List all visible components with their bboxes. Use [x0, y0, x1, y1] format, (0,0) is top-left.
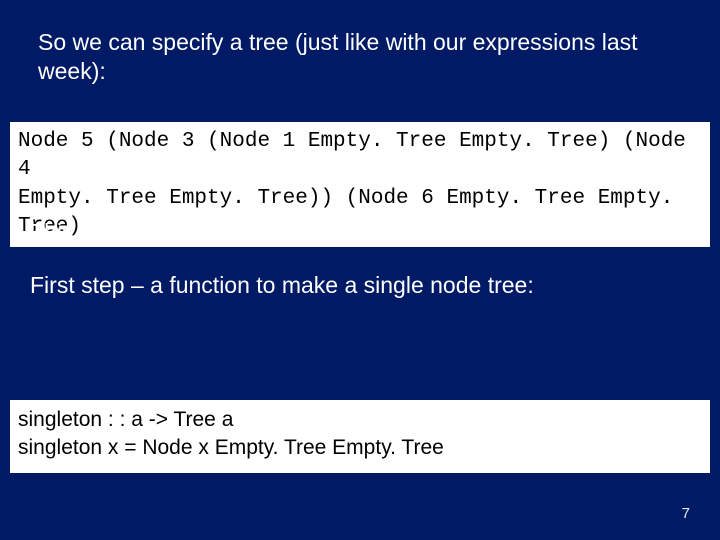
intro-text: So we can specify a tree (just like with… [38, 28, 678, 86]
code-line: Node 5 (Node 3 (Node 1 Empty. Tree Empty… [18, 128, 702, 185]
code-block-singleton: singleton : : a -> Tree a singleton x = … [10, 400, 710, 473]
page-number: 7 [682, 505, 690, 522]
paragraph: This will let us code an insert function… [30, 218, 690, 247]
code-line: singleton : : a -> Tree a [18, 406, 702, 434]
slide: So we can specify a tree (just like with… [0, 0, 720, 540]
mid-text: This will let us code an insert function… [30, 218, 690, 300]
paragraph: First step – a function to make a single… [30, 271, 690, 300]
code-line: singleton x = Node x Empty. Tree Empty. … [18, 434, 702, 462]
